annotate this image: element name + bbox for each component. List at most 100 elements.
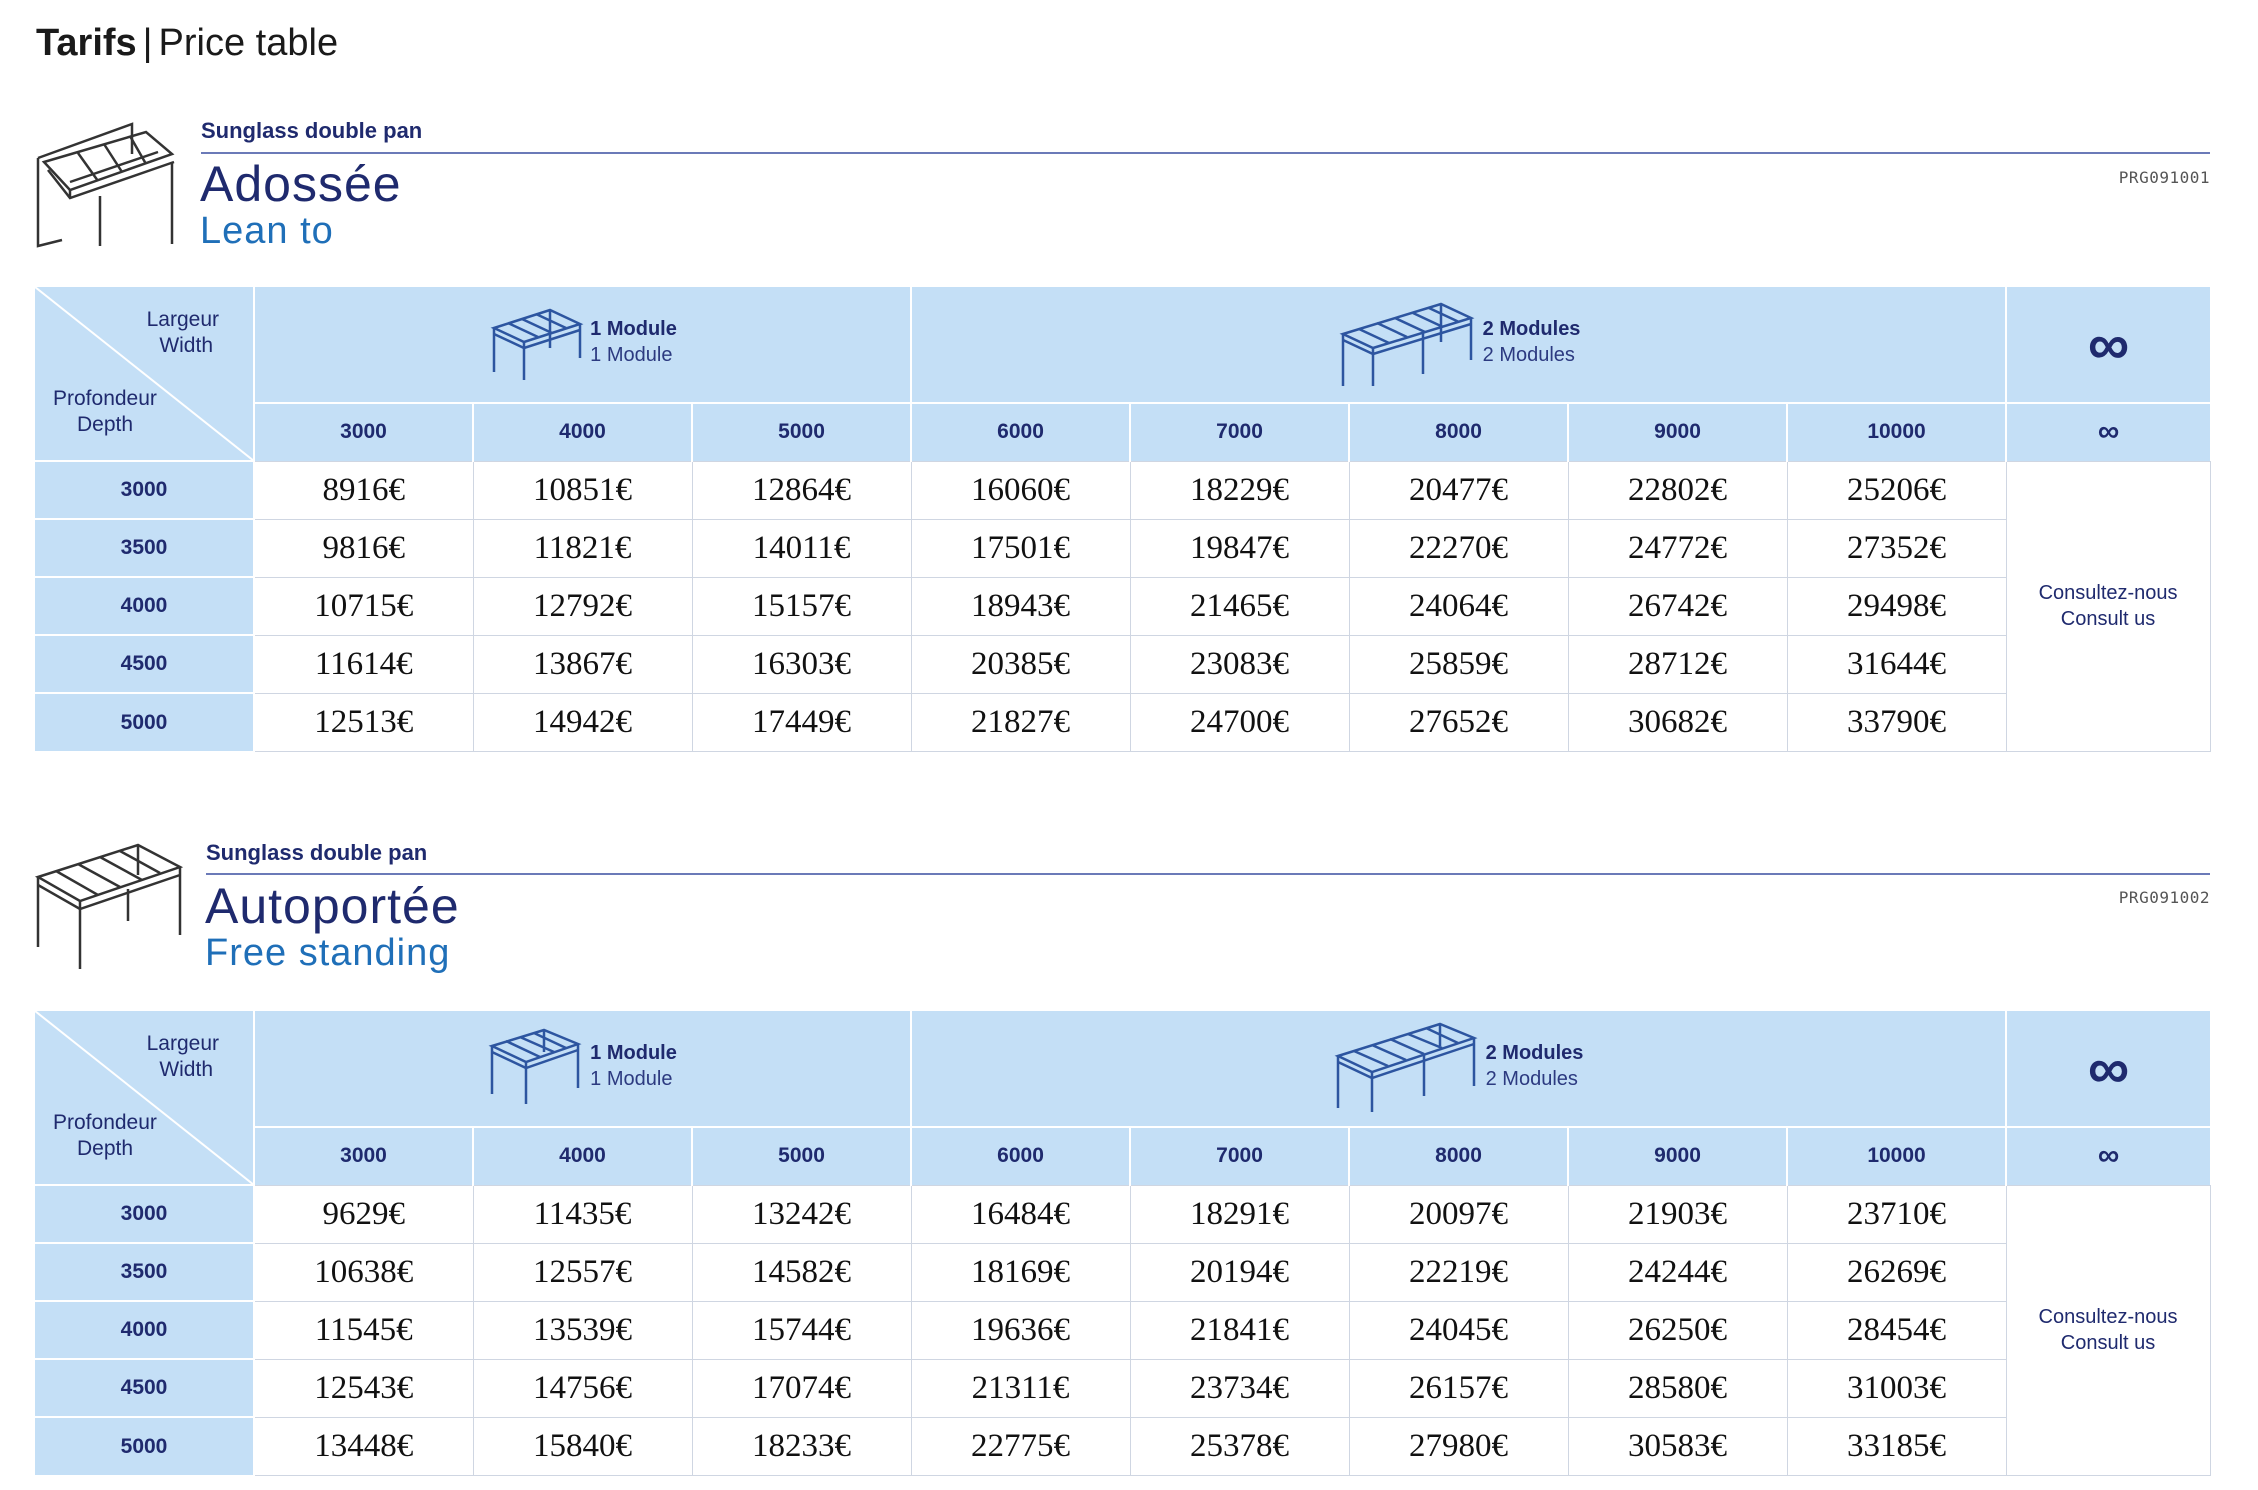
group-2-label-fr: 2 Modules [1485,1042,1584,1064]
table-row: 4000 11545€ 13539€ 15744€ 19636€ 21841€ … [35,1300,2210,1360]
column-header: 8000 [1349,402,1570,461]
column-header: 8000 [1349,1126,1570,1185]
price-cell: 13867€ [472,634,693,694]
price-cell: 9629€ [253,1184,474,1244]
table-row: 3500 9816€ 11821€ 14011€ 17501€ 19847€ 2… [35,518,2210,578]
price-cell: 24772€ [1567,518,1788,578]
table-row: 4000 10715€ 12792€ 15157€ 18943€ 21465€ … [35,576,2210,636]
product-title-en: Lean to [200,210,334,252]
price-cell: 13242€ [691,1184,912,1244]
price-cell: 11821€ [472,518,693,578]
price-cell: 28712€ [1567,634,1788,694]
price-cell: 15840€ [472,1416,693,1476]
price-cell: 12513€ [253,692,474,752]
product-reference: PRG091001 [2118,168,2210,187]
price-cell: 9816€ [253,518,474,578]
price-cell: 12557€ [472,1242,693,1302]
price-cell: 19636€ [910,1300,1131,1360]
price-cell: 13539€ [472,1300,693,1360]
price-cell: 33185€ [1786,1416,2007,1476]
price-cell: 8916€ [253,460,474,520]
group-1-label-fr: 1 Module [590,318,677,340]
price-cell: 30583€ [1567,1416,1788,1476]
price-cell: 14942€ [472,692,693,752]
product-title-fr: Adossée [200,156,402,212]
free-standing-pergola-icon [34,843,184,969]
consult-label-en: Consult us [2060,1332,2156,1354]
row-header: 3500 [35,1242,255,1301]
page-title-rest: Price table [158,22,339,64]
price-cell: 18169€ [910,1242,1131,1302]
group-2-label-en: 2 Modules [1485,1068,1578,1090]
price-cell: 14011€ [691,518,912,578]
page-title: Tarifs | Price table [36,22,338,65]
price-cell: 14582€ [691,1242,912,1302]
price-cell: 22219€ [1348,1242,1569,1302]
price-cell: 23710€ [1786,1184,2007,1244]
price-cell: 13448€ [253,1416,474,1476]
group-1-label-fr: 1 Module [590,1042,677,1064]
column-header: 3000 [254,1126,474,1185]
price-cell: 12543€ [253,1358,474,1418]
row-header: 5000 [35,1416,255,1475]
price-cell: 17074€ [691,1358,912,1418]
price-cell: 28580€ [1567,1358,1788,1418]
group-1-label-en: 1 Module [590,344,673,366]
price-cell: 16484€ [910,1184,1131,1244]
consult-label-fr: Consultez-nous [2038,1306,2178,1328]
page-title-separator: | [142,22,153,64]
column-header: 6000 [911,402,1132,461]
lean-to-module-icon [490,308,584,380]
price-cell: 10638€ [253,1242,474,1302]
price-cell: 30682€ [1567,692,1788,752]
price-cell: 31644€ [1786,634,2007,694]
price-cell: 10715€ [253,576,474,636]
table-row: 4500 11614€ 13867€ 16303€ 20385€ 23083€ … [35,634,2210,694]
price-cell: 17449€ [691,692,912,752]
price-cell: 24700€ [1129,692,1350,752]
depth-label-en: Depth [77,413,134,436]
consult-us-cell: Consultez-nous Consult us [2005,460,2211,752]
depth-label-fr: Profondeur [53,387,157,410]
consult-us-cell: Consultez-nous Consult us [2005,1184,2211,1476]
table-corner-cell: Largeur Width Profondeur Depth [35,1011,255,1185]
column-header: 10000 [1787,1126,2008,1185]
free-standing-two-modules-icon [1334,1022,1478,1112]
price-cell: 26250€ [1567,1300,1788,1360]
group-header-1-module: 1 Module 1 Module [254,287,913,403]
price-cell: 21903€ [1567,1184,1788,1244]
column-header: 9000 [1568,1126,1789,1185]
price-cell: 21841€ [1129,1300,1350,1360]
product-reference: PRG091002 [2118,888,2210,907]
width-label-en: Width [159,334,213,357]
price-cell: 22775€ [910,1416,1131,1476]
price-cell: 22270€ [1348,518,1569,578]
price-cell: 16303€ [691,634,912,694]
column-header: 5000 [692,402,913,461]
price-cell: 31003€ [1786,1358,2007,1418]
group-1-label-en: 1 Module [590,1068,673,1090]
price-cell: 18233€ [691,1416,912,1476]
table-corner-cell: Largeur Width Profondeur Depth [35,287,255,461]
section-divider [206,873,2210,875]
table-group-header-row: Largeur Width Profondeur Depth 1 Module … [35,1011,2211,1185]
price-cell: 18229€ [1129,460,1350,520]
column-header-infinity: ∞ [2006,402,2211,461]
width-axis-label: Largeur Width [147,1031,219,1083]
column-header: 5000 [692,1126,913,1185]
price-cell: 19847€ [1129,518,1350,578]
price-cell: 27652€ [1348,692,1569,752]
price-cell: 11545€ [253,1300,474,1360]
price-cell: 26157€ [1348,1358,1569,1418]
price-cell: 22802€ [1567,460,1788,520]
column-header: 7000 [1130,1126,1351,1185]
price-cell: 26269€ [1786,1242,2007,1302]
column-header: 3000 [254,402,474,461]
price-cell: 27352€ [1786,518,2007,578]
price-cell: 26742€ [1567,576,1788,636]
row-header: 3000 [35,460,255,519]
price-cell: 11614€ [253,634,474,694]
row-header: 4500 [35,1358,255,1417]
product-subtitle: Sunglass double pan [206,840,428,865]
row-header: 4000 [35,576,255,635]
